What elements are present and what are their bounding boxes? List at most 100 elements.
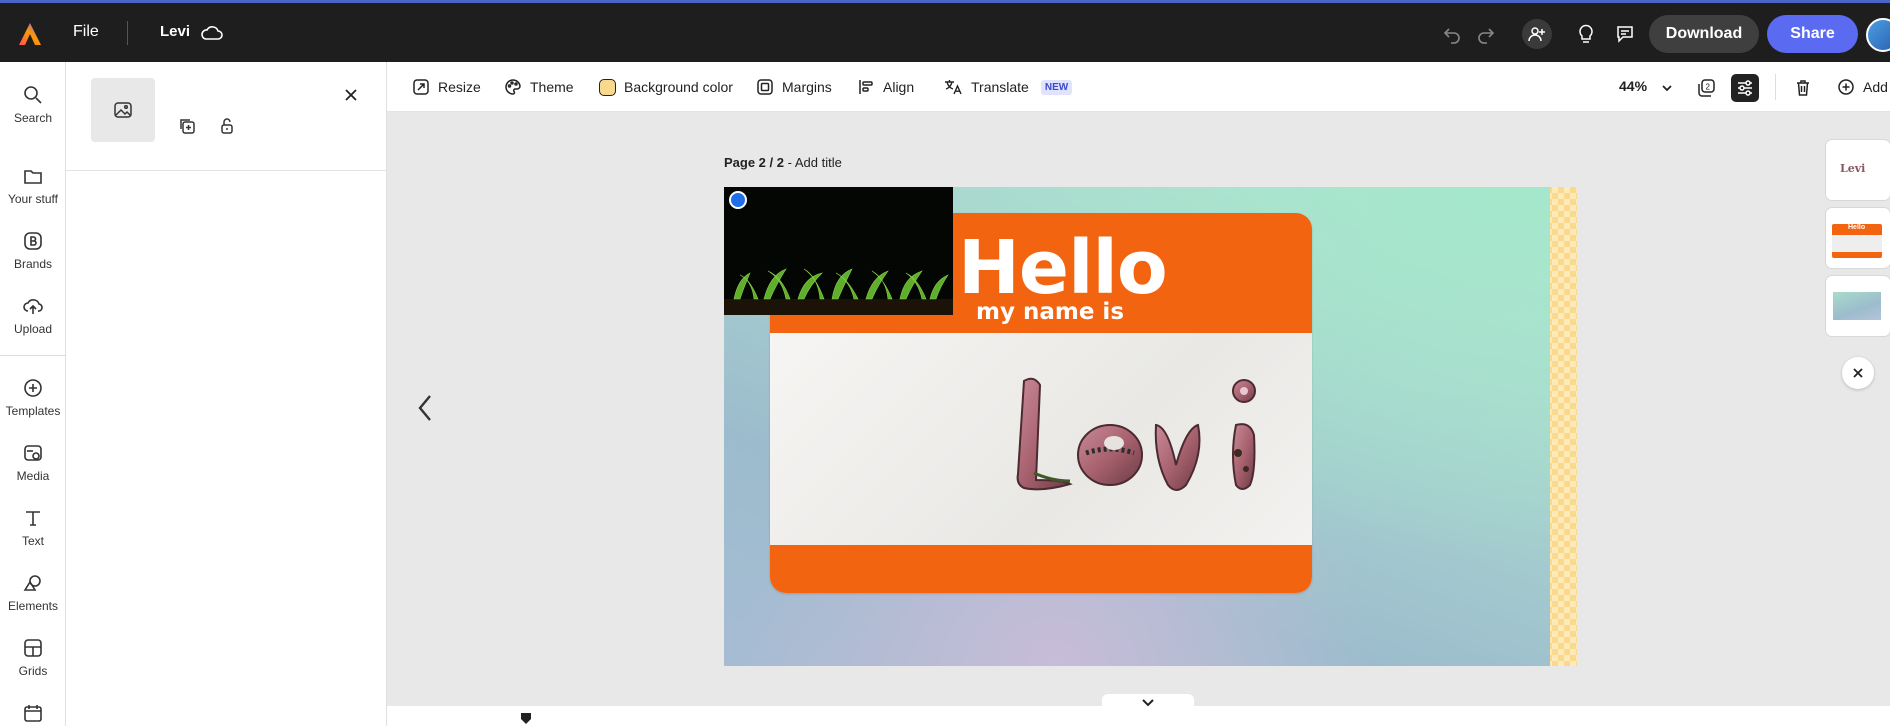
page-thumbnail-3[interactable]	[1826, 276, 1890, 336]
top-bar: File Levi Download Share	[0, 0, 1890, 62]
background-color-button[interactable]: Background color	[599, 76, 733, 98]
background-color-swatch	[599, 78, 616, 96]
media-icon	[24, 445, 42, 461]
add-label: Add	[1863, 79, 1888, 95]
tag-footer	[770, 545, 1312, 593]
selected-image-thumbnail[interactable]	[91, 78, 155, 142]
rail-item-label: Grids	[18, 664, 48, 678]
seedling-photo[interactable]	[724, 187, 953, 315]
rail-item-your-stuff[interactable]: Your stuff	[0, 165, 66, 206]
lightbulb-icon[interactable]	[1573, 21, 1599, 47]
elements-icon	[23, 575, 41, 591]
svg-text:2: 2	[1706, 83, 1711, 92]
upload-icon	[23, 299, 43, 314]
redo-icon[interactable]	[1473, 21, 1499, 47]
resize-label: Resize	[438, 79, 481, 95]
chevron-down-icon	[1142, 699, 1154, 707]
rail-item-more[interactable]	[0, 702, 66, 724]
align-icon	[859, 80, 873, 94]
margins-button[interactable]: Margins	[756, 76, 832, 98]
thumbnail-2-label: Hello	[1848, 224, 1866, 231]
palette-icon	[505, 79, 521, 95]
page-number: Page 2 / 2	[724, 155, 784, 170]
image-icon	[114, 102, 132, 118]
theme-label: Theme	[530, 79, 574, 95]
grids-icon	[24, 639, 42, 657]
add-title-link[interactable]: - Add title	[788, 155, 842, 170]
collapse-timeline-button[interactable]	[1102, 694, 1194, 712]
text-icon	[26, 511, 40, 526]
sync-icon[interactable]	[729, 191, 747, 209]
add-button[interactable]: Add	[1837, 76, 1888, 98]
margins-icon	[757, 79, 773, 95]
rail-item-label: Templates	[5, 404, 61, 418]
page-thumbnail-2[interactable]: Hello	[1826, 208, 1890, 268]
margins-label: Margins	[782, 79, 832, 95]
duplicate-icon[interactable]	[176, 115, 198, 137]
adobe-express-logo-icon[interactable]	[17, 22, 43, 46]
pages-icon[interactable]: 2	[1692, 74, 1720, 102]
unlock-icon[interactable]	[216, 115, 238, 137]
rail-item-label: Search	[13, 111, 53, 125]
cloud-icon[interactable]	[200, 23, 224, 43]
levi-creature-lettering[interactable]	[1006, 373, 1306, 503]
align-button[interactable]: Align	[857, 76, 914, 98]
panel-divider	[66, 170, 387, 171]
comment-icon[interactable]	[1612, 21, 1638, 47]
close-thumbnails-button[interactable]	[1842, 357, 1874, 389]
rail-divider	[0, 355, 66, 356]
invite-user-icon[interactable]	[1522, 19, 1552, 49]
rail-item-brands[interactable]: Brands	[0, 230, 66, 271]
background-color-label: Background color	[624, 79, 733, 95]
thumbnail-3-preview	[1833, 292, 1881, 320]
templates-icon	[24, 379, 42, 397]
my-name-is-text[interactable]: my name is	[976, 299, 1124, 325]
calendar-icon	[24, 705, 42, 722]
share-button[interactable]: Share	[1767, 15, 1858, 53]
add-icon	[1838, 79, 1854, 95]
folder-icon	[24, 170, 42, 184]
resize-icon	[413, 79, 429, 95]
thumbnail-2-footer	[1832, 252, 1882, 258]
document-name[interactable]: Levi	[160, 23, 190, 40]
playhead-icon[interactable]	[520, 712, 532, 724]
rail-item-elements[interactable]: Elements	[0, 572, 66, 613]
seedlings-image	[724, 187, 953, 315]
editor-toolbar: Resize Theme Background color Margins Al…	[387, 62, 1890, 112]
rail-item-upload[interactable]: Upload	[0, 295, 66, 336]
thumbnail-1-label: Levi	[1840, 162, 1866, 175]
translate-button[interactable]: Translate NEW	[943, 76, 1073, 98]
rail-item-search[interactable]: Search	[0, 84, 66, 125]
theme-button[interactable]: Theme	[504, 76, 574, 98]
resize-button[interactable]: Resize	[412, 76, 481, 98]
search-icon	[24, 86, 42, 104]
rail-item-grids[interactable]: Grids	[0, 637, 66, 678]
page-thumbnail-1[interactable]: Levi	[1826, 140, 1890, 200]
delete-icon[interactable]	[1789, 74, 1817, 102]
rail-item-label: Text	[21, 534, 44, 548]
translate-icon	[945, 80, 962, 95]
download-button[interactable]: Download	[1649, 15, 1759, 53]
left-rail: Search Your stuff Brands Upload Template…	[0, 62, 66, 726]
layers-icon[interactable]	[1731, 74, 1759, 102]
close-icon	[1853, 368, 1863, 378]
rail-item-label: Brands	[13, 257, 53, 271]
rail-item-templates[interactable]: Templates	[0, 377, 66, 418]
translate-label: Translate	[971, 79, 1029, 95]
close-icon[interactable]	[340, 84, 362, 106]
toolbar-divider	[1775, 74, 1776, 100]
rail-item-media[interactable]: Media	[0, 442, 66, 483]
avatar[interactable]	[1866, 18, 1890, 52]
rail-item-label: Elements	[7, 599, 59, 613]
align-label: Align	[883, 79, 915, 95]
undo-icon[interactable]	[1439, 21, 1465, 47]
new-badge: NEW	[1040, 79, 1073, 95]
chevron-left-icon[interactable]	[414, 392, 438, 424]
artboard[interactable]: Hello my name is	[724, 187, 1577, 666]
rail-item-label: Upload	[13, 322, 53, 336]
zoom-level[interactable]: 44%	[1619, 78, 1647, 94]
chevron-down-icon[interactable]	[1653, 74, 1681, 102]
file-menu[interactable]: File	[73, 23, 99, 41]
rail-item-label: Media	[16, 469, 50, 483]
rail-item-text[interactable]: Text	[0, 507, 66, 548]
